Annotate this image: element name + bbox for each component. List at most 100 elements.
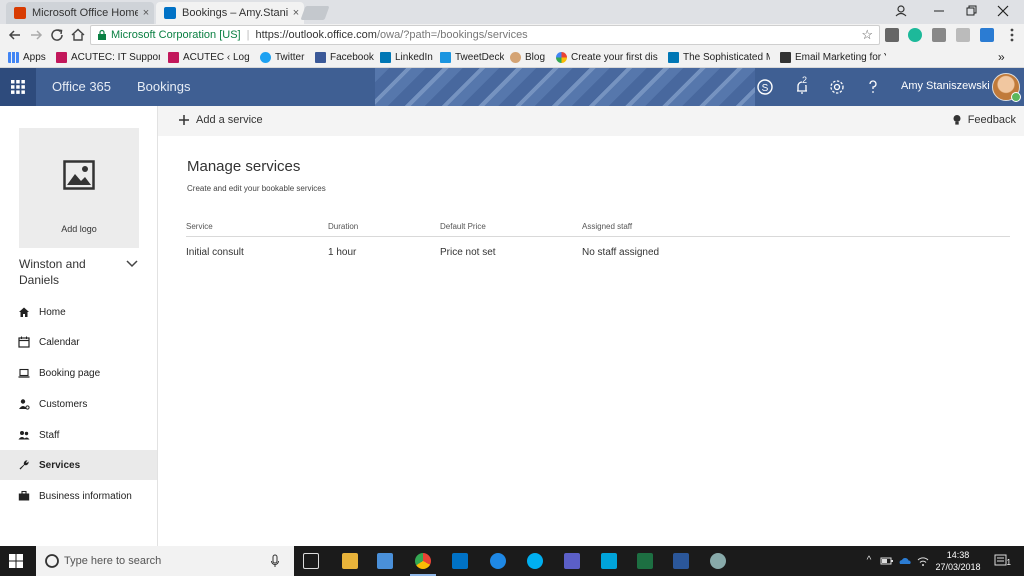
extension-icon[interactable]: [885, 28, 899, 42]
excel-icon[interactable]: [637, 553, 653, 569]
chrome-menu-icon[interactable]: [1003, 26, 1021, 44]
bookmark-acutec-login[interactable]: ACUTEC ‹ Log In: [168, 50, 252, 64]
staff-icon: [18, 431, 30, 440]
sidebar-item-booking-page[interactable]: Booking page: [0, 358, 157, 388]
twitter-icon: [260, 51, 271, 63]
page-title: Manage services: [187, 158, 301, 175]
staff-cell: No staff assigned: [582, 247, 660, 258]
bookmark-blog[interactable]: Blog: [510, 50, 550, 64]
tray-overflow-icon[interactable]: ^: [862, 554, 876, 568]
column-header-duration[interactable]: Duration: [328, 222, 358, 231]
edge-icon[interactable]: [490, 553, 506, 569]
onedrive-icon[interactable]: [898, 554, 912, 568]
more-bookmarks-icon[interactable]: »: [998, 50, 1012, 64]
address-bar[interactable]: Microsoft Corporation [US] | https://out…: [90, 25, 880, 45]
column-header-price[interactable]: Default Price: [440, 222, 486, 231]
task-view-icon[interactable]: [303, 553, 319, 569]
security-indicator: Microsoft Corporation [US]: [111, 29, 241, 41]
bookmark-twitter[interactable]: Twitter: [260, 50, 310, 64]
taskbar-clock[interactable]: 14:38 27/03/2018: [934, 549, 982, 573]
close-icon[interactable]: ×: [138, 7, 154, 19]
bookmark-create-display[interactable]: Create your first disp: [556, 50, 658, 64]
avatar[interactable]: [992, 73, 1021, 102]
extension-icon[interactable]: [956, 28, 970, 42]
skype-icon[interactable]: S: [755, 77, 775, 97]
column-header-service[interactable]: Service: [186, 222, 213, 231]
taskbar-search-input[interactable]: Type here to search: [36, 546, 294, 576]
extension-icon[interactable]: [908, 28, 922, 42]
bookmark-facebook[interactable]: Facebook: [315, 50, 375, 64]
app-launcher-icon[interactable]: [0, 68, 36, 106]
window-close-icon[interactable]: [988, 2, 1018, 20]
add-logo-button[interactable]: Add logo: [19, 128, 139, 248]
profile-icon[interactable]: [886, 2, 916, 20]
sidebar-item-staff[interactable]: Staff: [0, 420, 157, 450]
service-name-cell[interactable]: Initial consult: [186, 247, 244, 258]
bookmark-apps[interactable]: Apps: [8, 50, 54, 64]
bookmark-email-marketing[interactable]: Email Marketing for Y: [780, 50, 886, 64]
paint-icon[interactable]: [710, 553, 726, 569]
business-name[interactable]: Winston and Daniels: [19, 256, 86, 288]
office-icon: [14, 7, 26, 19]
settings-gear-icon[interactable]: [827, 77, 847, 97]
file-explorer-icon[interactable]: [342, 553, 358, 569]
wrench-icon: [19, 460, 29, 470]
home-page-icon[interactable]: [69, 26, 87, 44]
product-name[interactable]: Office 365: [52, 79, 111, 94]
action-center-icon[interactable]: 1: [993, 554, 1011, 568]
word-icon[interactable]: [673, 553, 689, 569]
bookmark-acutec-support[interactable]: ACUTEC: IT Support, T: [56, 50, 160, 64]
linkedin-icon: [668, 51, 679, 63]
reload-icon[interactable]: [48, 26, 66, 44]
home-icon: [19, 307, 29, 317]
sidebar-item-services[interactable]: Services: [0, 450, 157, 480]
sidebar-item-label: Calendar: [39, 336, 80, 348]
minimize-icon[interactable]: [924, 2, 954, 20]
sidebar-item-home[interactable]: Home: [0, 297, 157, 327]
outlook-icon[interactable]: [452, 553, 468, 569]
bookmark-tweetdeck[interactable]: TweetDeck: [440, 50, 504, 64]
windows-start-icon[interactable]: [9, 554, 23, 568]
feedback-label: Feedback: [967, 114, 1016, 126]
bookmark-linkedin[interactable]: LinkedIn: [380, 50, 434, 64]
microphone-icon[interactable]: [270, 554, 280, 568]
column-header-staff[interactable]: Assigned staff: [582, 222, 632, 231]
sidebar-item-business-information[interactable]: Business information: [0, 481, 157, 511]
lightbulb-icon: [953, 115, 961, 125]
feedback-button[interactable]: Feedback: [952, 114, 1016, 126]
bookmark-star-icon[interactable]: ☆: [861, 27, 873, 43]
restore-icon[interactable]: [956, 2, 986, 20]
teams-icon[interactable]: [564, 553, 580, 569]
facebook-icon: [315, 51, 326, 63]
skype-icon[interactable]: [527, 553, 543, 569]
sidebar-item-calendar[interactable]: Calendar: [0, 327, 157, 357]
notification-count-badge: 2: [802, 75, 808, 85]
extension-icon[interactable]: [932, 28, 946, 42]
forward-icon[interactable]: [27, 26, 45, 44]
chevron-down-icon[interactable]: [125, 259, 139, 269]
tab-office-home[interactable]: Microsoft Office Home ×: [6, 2, 154, 24]
bookmark-label: Facebook: [330, 51, 374, 63]
user-name[interactable]: Amy Staniszewski: [901, 80, 990, 92]
tab-bookings[interactable]: Bookings – Amy.Stanisze ×: [156, 2, 304, 24]
new-tab-button[interactable]: [300, 6, 330, 20]
bookmark-label: Blog: [525, 51, 546, 63]
acutec-icon: [56, 51, 67, 63]
extension-icon[interactable]: [980, 28, 994, 42]
outlook-icon: [164, 7, 176, 19]
sidebar-item-customers[interactable]: Customers: [0, 389, 157, 419]
help-icon[interactable]: [863, 77, 883, 97]
back-icon[interactable]: [6, 26, 24, 44]
wifi-icon[interactable]: [916, 554, 930, 568]
bookmark-sophisticated[interactable]: The Sophisticated Ma: [668, 50, 770, 64]
store-icon[interactable]: [377, 553, 393, 569]
browser-tab-strip: Microsoft Office Home × Bookings – Amy.S…: [0, 0, 1024, 24]
app-name[interactable]: Bookings: [137, 79, 190, 94]
chrome-icon[interactable]: [415, 553, 431, 569]
remote-desktop-icon[interactable]: [601, 553, 617, 569]
briefcase-icon: [18, 490, 30, 501]
tab-label: Microsoft Office Home: [32, 7, 138, 19]
battery-icon[interactable]: [880, 554, 894, 568]
search-placeholder: Type here to search: [64, 555, 162, 567]
add-service-button[interactable]: Add a service: [178, 114, 263, 126]
